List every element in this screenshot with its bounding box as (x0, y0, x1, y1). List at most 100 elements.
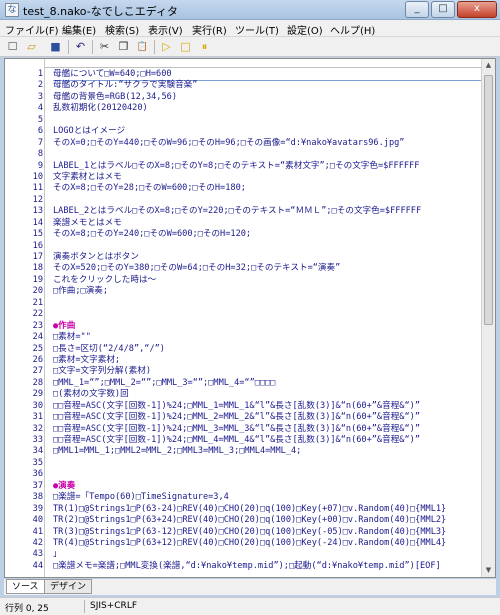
code-line[interactable]: 29 □(素材の文字数)回 (5, 389, 481, 400)
tab-source[interactable]: ソース (6, 579, 45, 594)
menu-file[interactable]: ファイル(F) (5, 22, 59, 37)
code-text[interactable]: □文字=文字列分解(素材) (53, 366, 151, 377)
code-line[interactable]: 43 」 (5, 549, 481, 560)
code-line[interactable]: 21 (5, 298, 481, 309)
code-line[interactable]: 20 □作曲;□演奏; (5, 286, 481, 297)
code-line[interactable]: 24 □素材="" (5, 332, 481, 343)
code-line[interactable]: 23 ●作曲 (5, 321, 481, 332)
pause-icon[interactable]: ⏸ (197, 40, 212, 54)
code-line[interactable]: 6 LOGOとはイメージ (5, 126, 481, 137)
code-line[interactable]: 7 そのX=0;□そのY=440;□そのW=96;□そのH=96;□その画像=“d… (5, 138, 481, 149)
code-line[interactable]: 38 □楽譜=「Tempo(60)□TimeSignature=3,4 (5, 492, 481, 503)
code-text[interactable]: ●作曲 (53, 321, 75, 332)
code-line[interactable]: 16 (5, 241, 481, 252)
code-line[interactable]: 32 □□音程=ASC(文字[回数-1])%24;□MML_3=MML_3&“l”… (5, 424, 481, 435)
code-text[interactable]: そのX=520;□そのY=380;□そのW=64;□そのH=32;□そのテキスト… (53, 263, 340, 274)
menu-run[interactable]: 実行(R) (192, 22, 227, 37)
code-line[interactable]: 9 LABEL_1とはラベル□そのX=8;□そのY=8;□そのテキスト=“素材文字… (5, 161, 481, 172)
scroll-down-icon[interactable]: ▼ (482, 564, 495, 577)
code-line[interactable]: 18 そのX=520;□そのY=380;□そのW=64;□そのH=32;□そのテキ… (5, 263, 481, 274)
code-text[interactable]: □□音程=ASC(文字[回数-1])%24;□MML_3=MML_3&“l”&長… (53, 424, 420, 435)
code-line[interactable]: 28 □MML_1=“”;□MML_2=“”;□MML_3=“”;□MML_4=“… (5, 378, 481, 389)
code-text[interactable]: □□音程=ASC(文字[回数-1])%24;□MML_4=MML_4&“l”&長… (53, 435, 420, 446)
vertical-scrollbar[interactable]: ▲ ▼ (481, 59, 495, 577)
run-icon[interactable]: ▷ (159, 40, 174, 54)
code-text[interactable]: 」 (53, 549, 62, 560)
code-text[interactable]: □MML1=MML_1;□MML2=MML_2;□MML3=MML_3;□MML… (53, 446, 301, 457)
code-line[interactable]: 3 母艦の背景色=RGB(12,34,56) (5, 92, 481, 103)
code-text[interactable]: □長さ=区切(“2/4/8”,“/”) (53, 344, 165, 355)
menu-edit[interactable]: 編集(E) (62, 22, 96, 37)
code-line[interactable]: 22 (5, 309, 481, 320)
menu-help[interactable]: ヘルプ(H) (330, 22, 375, 37)
code-line[interactable]: 33 □□音程=ASC(文字[回数-1])%24;□MML_4=MML_4&“l”… (5, 435, 481, 446)
code-text[interactable]: TR(1)□@Strings1□P(63-24)□REV(40)□CHO(20)… (53, 504, 446, 515)
code-line[interactable]: 44 □楽譜メモ=楽譜;□MML変換(楽譜,“d:¥nako¥temp.mid”)… (5, 561, 481, 572)
code-line[interactable]: 15 そのX=8;□そのY=240;□そのW=600;□そのH=120; (5, 229, 481, 240)
code-text[interactable]: 乱数初期化(20120420) (53, 103, 148, 114)
code-line[interactable]: 12 (5, 195, 481, 206)
code-line[interactable]: 30 □□音程=ASC(文字[回数-1])%24;□MML_1=MML_1&“l”… (5, 401, 481, 412)
code-line[interactable]: 37 ●演奏 (5, 481, 481, 492)
code-line[interactable]: 5 (5, 115, 481, 126)
code-text[interactable]: TR(2)□@Strings1□P(63+24)□REV(40)□CHO(20)… (53, 515, 446, 526)
code-text[interactable]: TR(4)□@Strings1□P(63+12)□REV(40)□CHO(20)… (53, 538, 446, 549)
scroll-thumb[interactable] (484, 75, 493, 325)
code-line[interactable]: 10 文字素材とはメモ (5, 172, 481, 183)
code-line[interactable]: 13 LABEL_2とはラベル□そのX=8;□そのY=220;□そのテキスト=“Ｍ… (5, 206, 481, 217)
code-line[interactable]: 17 演奏ボタンとはボタン (5, 252, 481, 263)
code-line[interactable]: 42 TR(4)□@Strings1□P(63+12)□REV(40)□CHO(2… (5, 538, 481, 549)
code-line[interactable]: 40 TR(2)□@Strings1□P(63+24)□REV(40)□CHO(2… (5, 515, 481, 526)
code-line[interactable]: 26 □素材=文字素材; (5, 355, 481, 366)
code-text[interactable]: □楽譜=「Tempo(60)□TimeSignature=3,4 (53, 492, 229, 503)
code-text[interactable]: そのX=0;□そのY=440;□そのW=96;□そのH=96;□その画像=“d:… (53, 138, 404, 149)
paste-icon[interactable]: 📋 (135, 40, 150, 54)
code-line[interactable]: 11 そのX=8;□そのY=28;□そのW=600;□そのH=180; (5, 183, 481, 194)
code-line[interactable]: 2 母艦のタイトル:“サクラで実験音楽” (5, 80, 481, 91)
code-text[interactable]: TR(3)□@Strings1□P(63-12)□REV(40)□CHO(20)… (53, 527, 446, 538)
close-button[interactable]: x (457, 1, 497, 18)
code-line[interactable]: 25 □長さ=区切(“2/4/8”,“/”) (5, 344, 481, 355)
code-line[interactable]: 39 TR(1)□@Strings1□P(63-24)□REV(40)□CHO(2… (5, 504, 481, 515)
code-text[interactable]: LABEL_2とはラベル□そのX=8;□そのY=220;□そのテキスト=“ＭＭＬ… (53, 206, 421, 217)
code-line[interactable]: 27 □文字=文字列分解(素材) (5, 366, 481, 377)
code-line[interactable]: 34 □MML1=MML_1;□MML2=MML_2;□MML3=MML_3;□M… (5, 446, 481, 457)
cut-icon[interactable]: ✂ (97, 40, 112, 54)
code-text[interactable]: 楽譜メモとはメモ (53, 218, 122, 229)
code-text[interactable]: □(素材の文字数)回 (53, 389, 129, 400)
code-line[interactable]: 1 母艦について□W=640;□H=600 (5, 69, 481, 82)
code-text[interactable]: □楽譜メモ=楽譜;□MML変換(楽譜,“d:¥nako¥temp.mid”);□… (53, 561, 441, 572)
code-line[interactable]: 19 これをクリックした時は～ (5, 275, 481, 286)
code-line[interactable]: 31 □□音程=ASC(文字[回数-1])%24;□MML_2=MML_2&“l”… (5, 412, 481, 423)
code-text[interactable]: □素材=文字素材; (53, 355, 120, 366)
tab-design[interactable]: デザイン (44, 579, 93, 594)
stop-icon[interactable]: □ (178, 40, 193, 54)
minimize-button[interactable]: _ (405, 1, 429, 18)
code-line[interactable]: 35 (5, 458, 481, 469)
menu-settings[interactable]: 設定(O) (287, 22, 323, 37)
code-text[interactable]: □素材="" (53, 332, 91, 343)
copy-icon[interactable]: ❐ (116, 40, 131, 54)
code-text[interactable]: そのX=8;□そのY=28;□そのW=600;□そのH=180; (53, 183, 246, 194)
code-text[interactable]: 文字素材とはメモ (53, 172, 122, 183)
new-icon[interactable]: ☐ (5, 40, 20, 54)
menu-tools[interactable]: ツール(T) (235, 22, 279, 37)
code-text[interactable]: LOGOとはイメージ (53, 126, 125, 137)
code-line[interactable]: 4 乱数初期化(20120420) (5, 103, 481, 114)
code-line[interactable]: 36 (5, 469, 481, 480)
code-text[interactable]: これをクリックした時は～ (53, 275, 156, 286)
undo-icon[interactable]: ↶ (73, 40, 88, 54)
app-icon[interactable]: な (5, 3, 19, 17)
code-text[interactable]: □MML_1=“”;□MML_2=“”;□MML_3=“”;□MML_4=“”□… (53, 378, 275, 389)
code-line[interactable]: 14 楽譜メモとはメモ (5, 218, 481, 229)
code-text[interactable]: 母艦のタイトル:“サクラで実験音楽” (53, 80, 197, 91)
code-text[interactable]: ●演奏 (53, 481, 75, 492)
open-icon[interactable]: ▱ (24, 40, 39, 54)
maximize-button[interactable]: □ (431, 1, 455, 18)
save-icon[interactable]: ■ (48, 40, 63, 54)
menu-view[interactable]: 表示(V) (148, 22, 183, 37)
code-text[interactable]: LABEL_1とはラベル□そのX=8;□そのY=8;□そのテキスト=“素材文字”… (53, 161, 419, 172)
code-line[interactable]: 41 TR(3)□@Strings1□P(63-12)□REV(40)□CHO(2… (5, 527, 481, 538)
code-text[interactable]: □□音程=ASC(文字[回数-1])%24;□MML_2=MML_2&“l”&長… (53, 412, 420, 423)
code-editor[interactable]: 1 母艦について□W=640;□H=600 2 母艦のタイトル:“サクラで実験音楽” 3… (4, 58, 496, 578)
